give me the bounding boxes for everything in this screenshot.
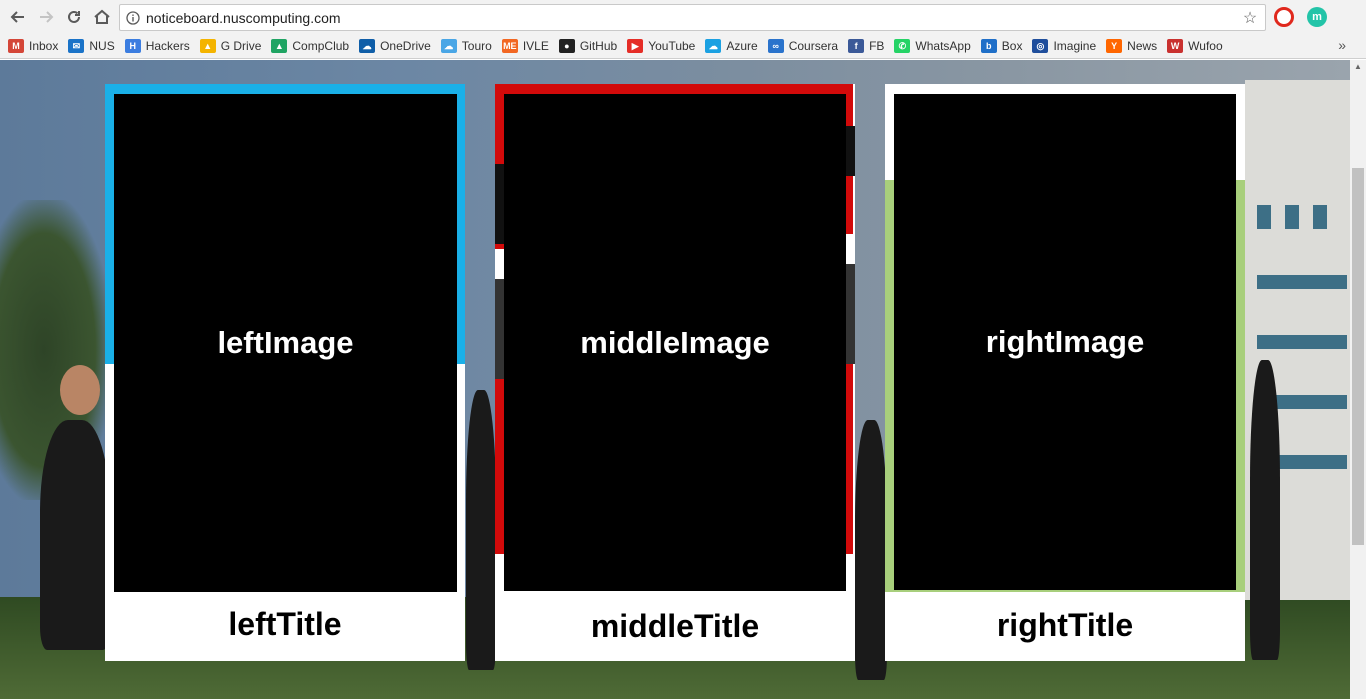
reload-icon[interactable] — [60, 3, 88, 31]
left-title: leftTitle — [228, 606, 342, 642]
background-player — [40, 420, 110, 650]
bookmark-onedrive[interactable]: ☁ OneDrive — [359, 39, 431, 53]
opera-extension-icon[interactable] — [1274, 7, 1294, 27]
wufoo-icon: W — [1167, 39, 1184, 53]
left-image[interactable]: leftImage — [114, 94, 457, 592]
back-arrow-icon[interactable] — [4, 3, 32, 31]
background-player — [855, 420, 887, 680]
bookmark-label: Hackers — [145, 39, 190, 53]
bookmark-label: Inbox — [29, 39, 59, 53]
info-icon[interactable] — [120, 10, 146, 25]
bookmark-imagine[interactable]: ◎ Imagine — [1032, 39, 1096, 53]
middle-title: middleTitle — [590, 608, 760, 644]
github-icon: ● — [558, 39, 575, 53]
more-bookmarks-chevron-icon[interactable]: » — [1338, 37, 1346, 53]
bookmark-label: WhatsApp — [915, 39, 971, 53]
background-player-head — [60, 365, 100, 415]
bookmark-compclub[interactable]: ▲ CompClub — [271, 39, 349, 53]
google-drive-icon: ▲ — [271, 39, 288, 53]
google-drive-icon: ▲ — [199, 39, 216, 53]
bookmark-box[interactable]: b Box — [980, 39, 1023, 53]
facebook-icon: f — [848, 39, 865, 53]
hackers-icon: H — [124, 39, 141, 53]
imagine-icon: ◎ — [1032, 39, 1049, 53]
browser-toolbar: noticeboard.nuscomputing.com ☆ m — [0, 0, 1366, 34]
bookmarks-bar: M Inbox ✉ NUS H Hackers ▲ G Drive ▲ CompClub ☁ OneD… — [0, 34, 1366, 59]
home-icon[interactable] — [88, 3, 116, 31]
right-image[interactable]: rightImage — [894, 94, 1236, 590]
scroll-up-arrow-icon[interactable]: ▲ — [1354, 62, 1362, 71]
cloud-icon: ☁ — [440, 39, 457, 53]
bookmark-hackers[interactable]: H Hackers — [124, 39, 190, 53]
bookmark-label: News — [1127, 39, 1158, 53]
bookmark-github[interactable]: ● GitHub — [558, 39, 618, 53]
left-notice-card[interactable]: leftImage leftTitle — [105, 84, 465, 661]
right-notice-card[interactable]: rightImage rightTitle — [885, 84, 1245, 661]
bookmark-ivle[interactable]: ME IVLE — [501, 39, 549, 53]
coursera-icon: ∞ — [767, 39, 784, 53]
mail-icon: ✉ — [68, 39, 85, 53]
bookmark-touro[interactable]: ☁ Touro — [440, 39, 492, 53]
bookmark-label: Coursera — [788, 39, 839, 53]
bookmark-coursera[interactable]: ∞ Coursera — [767, 39, 839, 53]
middle-notice-card[interactable]: middleImage middleTitle — [495, 84, 855, 661]
forward-arrow-icon[interactable] — [32, 3, 60, 31]
bookmark-label: GitHub — [579, 39, 618, 53]
gmail-icon: M — [8, 39, 24, 53]
bookmark-youtube[interactable]: ▶ YouTube — [627, 39, 695, 53]
box-icon: b — [980, 39, 997, 53]
bookmark-g-drive[interactable]: ▲ G Drive — [199, 39, 262, 53]
azure-icon: ☁ — [705, 39, 722, 53]
background-player — [466, 390, 496, 670]
bookmark-label: OneDrive — [380, 39, 431, 53]
youtube-icon: ▶ — [627, 39, 644, 53]
m-extension-icon[interactable]: m — [1307, 7, 1327, 27]
page-scrollbar[interactable]: ▲ — [1350, 60, 1366, 699]
bookmark-label: NUS — [89, 39, 115, 53]
bookmark-inbox[interactable]: M Inbox — [8, 39, 58, 53]
onedrive-icon: ☁ — [359, 39, 376, 53]
bookmark-whatsapp[interactable]: ✆ WhatsApp — [894, 39, 971, 53]
bookmark-label: Touro — [461, 39, 492, 53]
bookmark-label: Wufoo — [1188, 39, 1223, 53]
url-text[interactable]: noticeboard.nuscomputing.com — [146, 10, 1235, 26]
bookmark-fb[interactable]: f FB — [848, 39, 884, 53]
bookmark-label: Box — [1001, 39, 1023, 53]
bookmark-label: Azure — [726, 39, 758, 53]
scrollbar-thumb[interactable] — [1352, 168, 1364, 545]
middle-image[interactable]: middleImage — [504, 94, 846, 591]
bookmark-star-icon[interactable]: ☆ — [1235, 8, 1265, 28]
bookmark-label: FB — [869, 39, 885, 53]
bookmark-label: CompClub — [292, 39, 350, 53]
whatsapp-icon: ✆ — [894, 39, 911, 53]
bookmark-wufoo[interactable]: W Wufoo — [1167, 39, 1223, 53]
bookmark-azure[interactable]: ☁ Azure — [705, 39, 758, 53]
address-bar[interactable]: noticeboard.nuscomputing.com ☆ — [119, 4, 1266, 31]
ivle-icon: ME — [501, 39, 518, 53]
bookmark-label: Imagine — [1053, 39, 1097, 53]
bookmark-label: YouTube — [648, 39, 696, 53]
background-player — [1250, 360, 1280, 660]
bookmark-nus[interactable]: ✉ NUS — [68, 39, 115, 53]
bookmark-news[interactable]: Y News — [1106, 39, 1157, 53]
bookmark-label: G Drive — [220, 39, 262, 53]
bookmark-label: IVLE — [522, 39, 549, 53]
ycombinator-icon: Y — [1106, 39, 1123, 53]
right-title: rightTitle — [996, 607, 1134, 643]
